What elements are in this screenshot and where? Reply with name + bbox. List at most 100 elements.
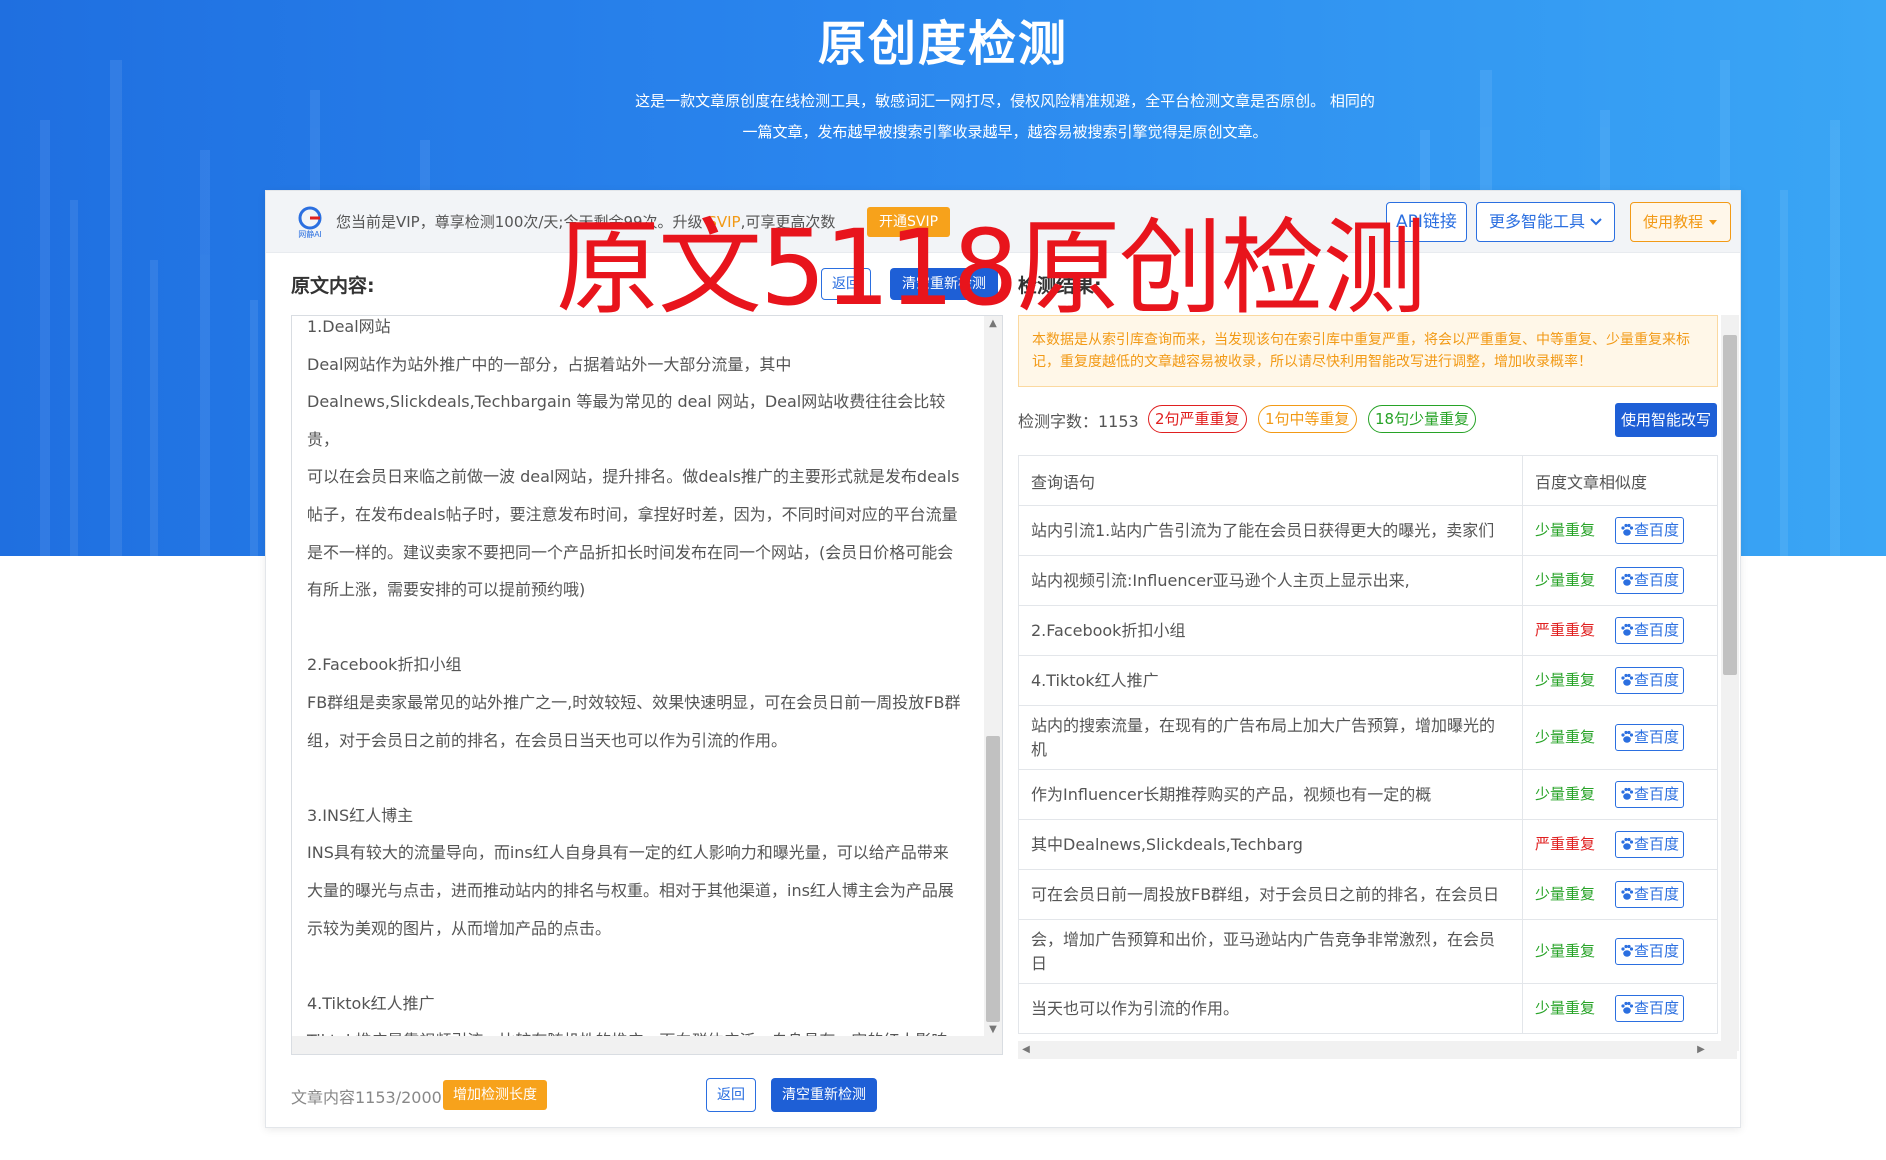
duplicate-level: 少量重复 bbox=[1535, 785, 1596, 803]
search-baidu-button[interactable]: 查百度 bbox=[1615, 938, 1685, 965]
query-sentence: 作为Influencer长期推荐购买的产品，视频也有一定的概 bbox=[1018, 769, 1523, 820]
duplicate-level: 少量重复 bbox=[1535, 521, 1596, 539]
search-baidu-label: 查百度 bbox=[1634, 728, 1680, 746]
search-baidu-label: 查百度 bbox=[1634, 885, 1680, 903]
search-baidu-button[interactable]: 查百度 bbox=[1615, 617, 1685, 644]
query-sentence: 会，增加广告预算和出价，亚马逊站内广告竞争非常激烈，在会员日 bbox=[1018, 919, 1523, 984]
scroll-left-arrow-icon[interactable]: ◀ bbox=[1018, 1041, 1034, 1059]
tutorial-label: 使用教程 bbox=[1643, 213, 1704, 231]
duplicate-level: 少量重复 bbox=[1535, 671, 1596, 689]
query-sentence: 站内视频引流:Influencer亚马逊个人主页上显示出来, bbox=[1018, 555, 1523, 606]
query-sentence: 站内引流1.站内广告引流为了能在会员日获得更大的曝光，卖家们 bbox=[1018, 505, 1523, 556]
similarity-cell: 少量重复 查百度 bbox=[1522, 919, 1718, 984]
baidu-paw-icon bbox=[1621, 623, 1634, 636]
medium-duplicate-badge[interactable]: 1句中等重复 bbox=[1258, 405, 1357, 433]
search-baidu-label: 查百度 bbox=[1634, 999, 1680, 1017]
search-baidu-label: 查百度 bbox=[1634, 521, 1680, 539]
checked-word-count: 检测字数：1153 bbox=[1018, 412, 1139, 431]
result-table-header: 查询语句 百度文章相似度 bbox=[1018, 455, 1718, 506]
scrollbar-thumb[interactable] bbox=[986, 736, 1000, 1022]
logo-icon: 网静AI bbox=[298, 206, 322, 239]
baidu-paw-icon bbox=[1621, 944, 1634, 957]
search-baidu-label: 查百度 bbox=[1634, 835, 1680, 853]
similarity-cell: 少量重复 查百度 bbox=[1522, 769, 1718, 820]
baidu-paw-icon bbox=[1621, 730, 1634, 743]
result-row: 当天也可以作为引流的作用。 少量重复 查百度 bbox=[1018, 983, 1718, 1034]
result-scrollbar-thumb[interactable] bbox=[1723, 335, 1737, 675]
result-horizontal-scrollbar[interactable]: ◀ ▶ bbox=[1018, 1041, 1737, 1059]
baidu-paw-icon bbox=[1621, 787, 1634, 800]
increase-length-button[interactable]: 增加检测长度 bbox=[443, 1080, 547, 1110]
back-button-bottom[interactable]: 返回 bbox=[706, 1078, 756, 1112]
result-row: 站内视频引流:Influencer亚马逊个人主页上显示出来, 少量重复 查百度 bbox=[1018, 555, 1718, 606]
query-sentence: 2.Facebook折扣小组 bbox=[1018, 605, 1523, 656]
baidu-paw-icon bbox=[1621, 673, 1634, 686]
similarity-cell: 少量重复 查百度 bbox=[1522, 655, 1718, 706]
result-row: 4.Tiktok红人推广 少量重复 查百度 bbox=[1018, 655, 1718, 706]
watermark-overlay: 原文5118原创检测 bbox=[556, 207, 1427, 329]
result-stats: 检测字数：1153 2句严重重复 1句中等重复 18句少量重复 使用智能改写 bbox=[1018, 403, 1718, 437]
duplicate-level: 少量重复 bbox=[1535, 885, 1596, 903]
original-text-area[interactable]: 1.Deal网站 Deal网站作为站外推广中的一部分，占据着站外一大部分流量，其… bbox=[291, 315, 1003, 1055]
similarity-cell: 少量重复 查百度 bbox=[1522, 983, 1718, 1034]
search-baidu-button[interactable]: 查百度 bbox=[1615, 567, 1685, 594]
result-vertical-scrollbar[interactable] bbox=[1721, 315, 1739, 1051]
duplicate-level: 少量重复 bbox=[1535, 942, 1596, 960]
search-baidu-label: 查百度 bbox=[1634, 942, 1680, 960]
result-table: 查询语句 百度文章相似度 站内引流1.站内广告引流为了能在会员日获得更大的曝光，… bbox=[1018, 455, 1718, 1034]
baidu-paw-icon bbox=[1621, 573, 1634, 586]
search-baidu-button[interactable]: 查百度 bbox=[1615, 517, 1685, 544]
result-row: 可在会员日前一周投放FB群组，对于会员日之前的排名，在会员日 少量重复 查百度 bbox=[1018, 869, 1718, 920]
duplicate-level: 严重重复 bbox=[1535, 621, 1596, 639]
search-baidu-label: 查百度 bbox=[1634, 785, 1680, 803]
duplicate-level: 少量重复 bbox=[1535, 999, 1596, 1017]
result-row: 作为Influencer长期推荐购买的产品，视频也有一定的概 少量重复 查百度 bbox=[1018, 769, 1718, 820]
search-baidu-button[interactable]: 查百度 bbox=[1615, 881, 1685, 908]
similarity-cell: 严重重复 查百度 bbox=[1522, 605, 1718, 656]
clear-recheck-button-bottom[interactable]: 清空重新检测 bbox=[771, 1078, 877, 1112]
baidu-paw-icon bbox=[1621, 837, 1634, 850]
query-sentence: 当天也可以作为引流的作用。 bbox=[1018, 983, 1523, 1034]
similarity-cell: 少量重复 查百度 bbox=[1522, 555, 1718, 606]
search-baidu-label: 查百度 bbox=[1634, 621, 1680, 639]
result-row: 其中Dealnews,Slickdeals,Techbarg 严重重复 查百度 bbox=[1018, 819, 1718, 870]
light-duplicate-badge[interactable]: 18句少量重复 bbox=[1368, 405, 1477, 433]
duplicate-level: 少量重复 bbox=[1535, 728, 1596, 746]
tutorial-button[interactable]: 使用教程 bbox=[1630, 202, 1731, 242]
chevron-down-icon bbox=[1590, 218, 1602, 226]
similarity-cell: 少量重复 查百度 bbox=[1522, 869, 1718, 920]
query-sentence: 其中Dealnews,Slickdeals,Techbarg bbox=[1018, 819, 1523, 870]
search-baidu-button[interactable]: 查百度 bbox=[1615, 831, 1685, 858]
page-description: 这是一款文章原创度在线检测工具，敏感词汇一网打尽，侵权风险精准规避，全平台检测文… bbox=[635, 92, 1375, 141]
ai-rewrite-button[interactable]: 使用智能改写 bbox=[1615, 403, 1718, 437]
editor-horizontal-scrollbar[interactable] bbox=[292, 1036, 1002, 1054]
result-panel: 本数据是从索引库查询而来，当发现该句在索引库中重复严重，将会以严重重复、中等重复… bbox=[1018, 315, 1721, 1059]
search-baidu-button[interactable]: 查百度 bbox=[1615, 667, 1685, 694]
bottom-bar: 文章内容1153/2000 增加检测长度 返回 清空重新检测 bbox=[291, 1076, 1091, 1112]
col-query: 查询语句 bbox=[1018, 455, 1523, 506]
original-label: 原文内容: bbox=[291, 275, 375, 297]
search-baidu-button[interactable]: 查百度 bbox=[1615, 781, 1685, 808]
duplicate-level: 少量重复 bbox=[1535, 571, 1596, 589]
similarity-cell: 严重重复 查百度 bbox=[1522, 819, 1718, 870]
more-tools-label: 更多智能工具 bbox=[1489, 212, 1586, 231]
search-baidu-label: 查百度 bbox=[1634, 671, 1680, 689]
severe-duplicate-badge[interactable]: 2句严重重复 bbox=[1148, 405, 1247, 433]
baidu-paw-icon bbox=[1621, 523, 1634, 536]
similarity-cell: 少量重复 查百度 bbox=[1522, 705, 1718, 770]
original-text[interactable]: 1.Deal网站 Deal网站作为站外推广中的一部分，占据着站外一大部分流量，其… bbox=[307, 316, 977, 1054]
query-sentence: 站内的搜索流量，在现有的广告布局上加大广告预算，增加曝光的机 bbox=[1018, 705, 1523, 770]
search-baidu-label: 查百度 bbox=[1634, 571, 1680, 589]
scroll-right-arrow-icon[interactable]: ▶ bbox=[1693, 1041, 1709, 1059]
duplicate-level: 严重重复 bbox=[1535, 835, 1596, 853]
result-row: 站内的搜索流量，在现有的广告布局上加大广告预算，增加曝光的机 少量重复 查百度 bbox=[1018, 705, 1718, 770]
page-title: 原创度检测 bbox=[817, 16, 1068, 72]
search-baidu-button[interactable]: 查百度 bbox=[1615, 995, 1685, 1022]
caret-down-icon bbox=[1708, 220, 1717, 225]
editor-vertical-scrollbar[interactable]: ▲ ▼ bbox=[984, 316, 1002, 1038]
query-sentence: 4.Tiktok红人推广 bbox=[1018, 655, 1523, 706]
article-word-count: 文章内容1153/2000 bbox=[291, 1088, 442, 1107]
search-baidu-button[interactable]: 查百度 bbox=[1615, 724, 1685, 751]
checker-card: 网静AI 您当前是VIP，尊享检测100次/天;今天剩余99次。升级 SVIP,… bbox=[265, 190, 1741, 1128]
more-tools-button[interactable]: 更多智能工具 bbox=[1476, 202, 1616, 242]
